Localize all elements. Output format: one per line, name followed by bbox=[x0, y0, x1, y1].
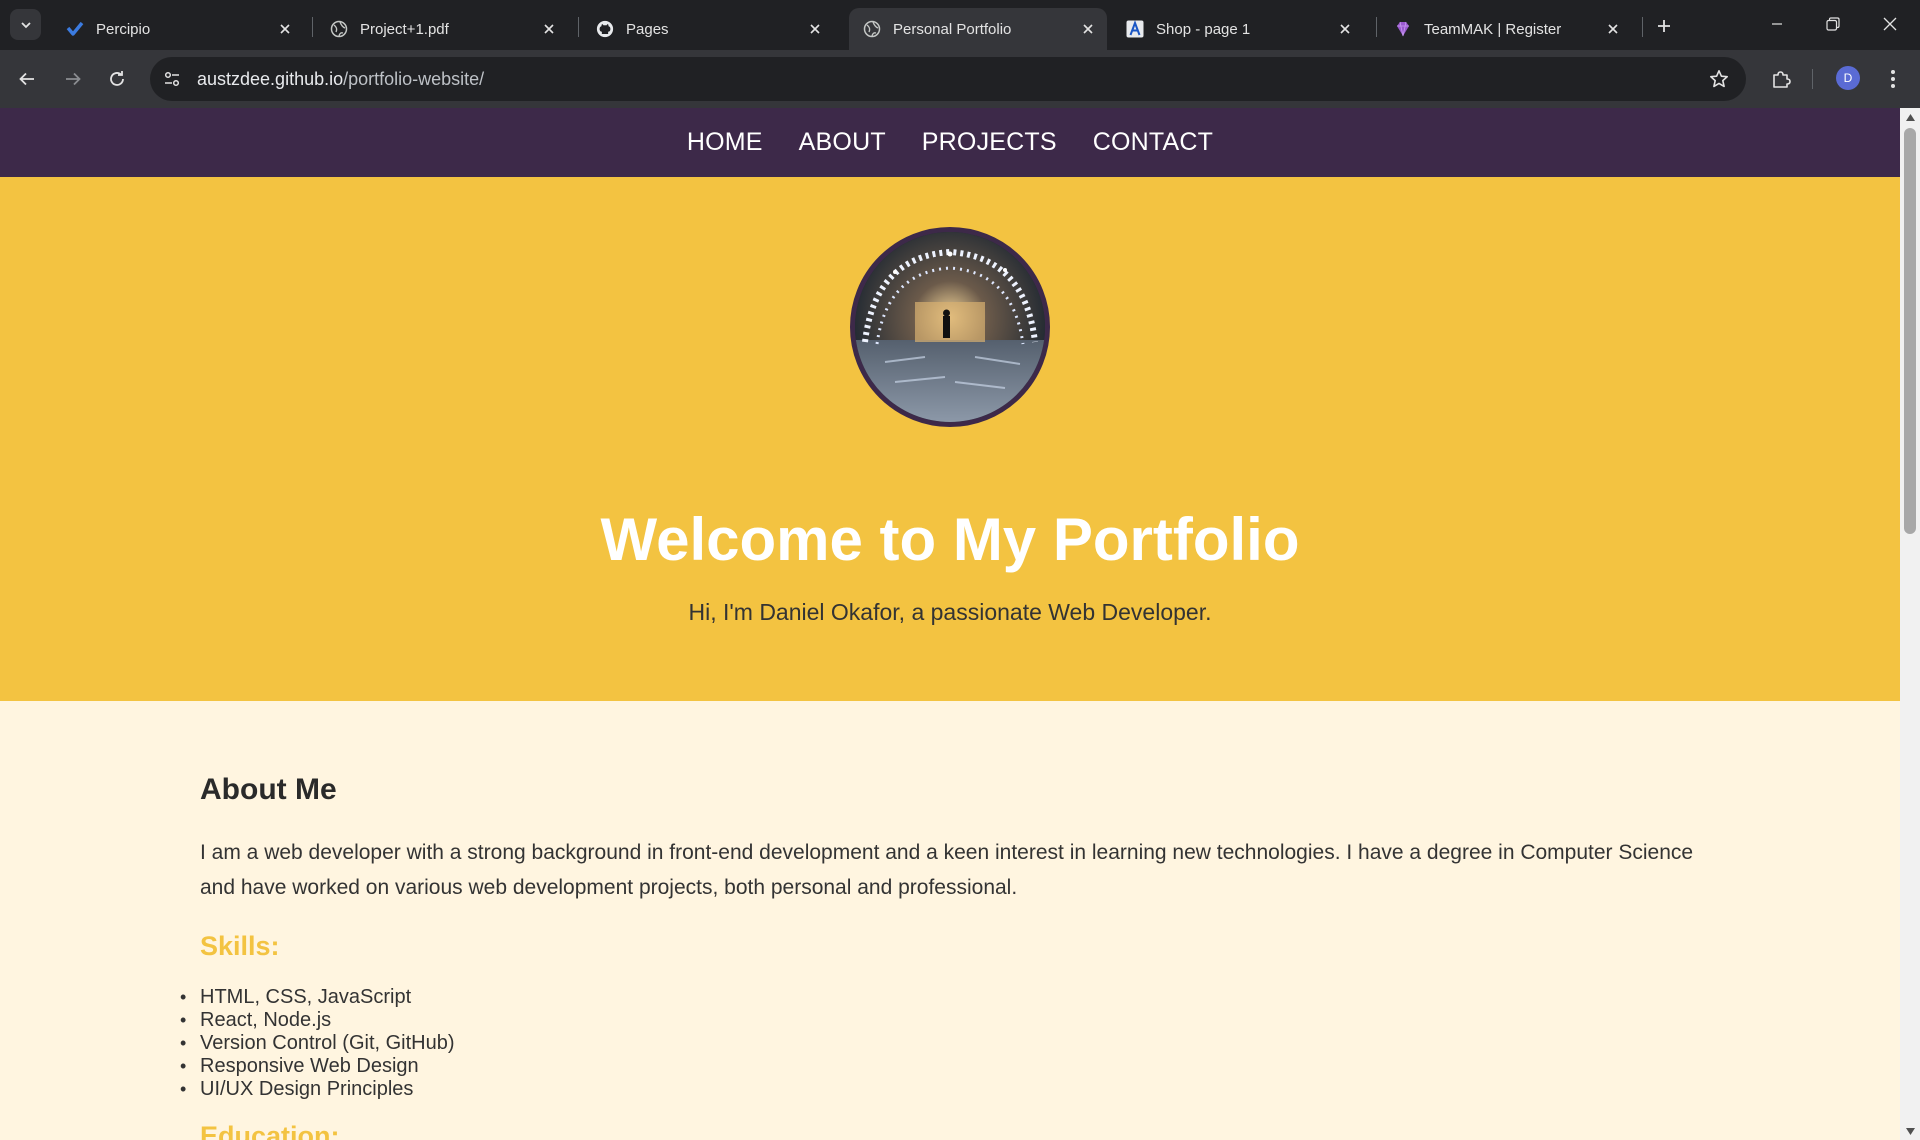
close-icon[interactable] bbox=[276, 20, 294, 38]
tab-divider bbox=[1642, 17, 1643, 37]
avatar-initial: D bbox=[1843, 71, 1853, 85]
nav-link-contact[interactable]: CONTACT bbox=[1075, 128, 1231, 157]
list-item: Version Control (Git, GitHub) bbox=[180, 1032, 1900, 1055]
tab-title: Shop - page 1 bbox=[1156, 20, 1251, 38]
url-path: /portfolio-website/ bbox=[343, 68, 485, 89]
tab-title: Percipio bbox=[96, 20, 151, 38]
close-icon[interactable] bbox=[1336, 20, 1354, 38]
profile-photo bbox=[850, 227, 1050, 427]
scroll-up-arrow[interactable] bbox=[1905, 112, 1915, 122]
restore-icon bbox=[1826, 17, 1840, 31]
address-bar[interactable]: austzdee.github.io/portfolio-website/ bbox=[150, 57, 1746, 101]
arrow-right-icon bbox=[66, 72, 81, 86]
tab-divider bbox=[1376, 17, 1377, 37]
extensions-button[interactable] bbox=[1766, 64, 1796, 94]
list-item: React, Node.js bbox=[180, 1009, 1900, 1032]
url-host: austzdee.github.io bbox=[197, 68, 344, 89]
plus-icon bbox=[1658, 20, 1670, 32]
tab-search-button[interactable] bbox=[10, 9, 41, 40]
scrollbar-thumb[interactable] bbox=[1904, 128, 1916, 534]
restore-button[interactable] bbox=[1811, 8, 1855, 40]
percipio-icon bbox=[66, 20, 84, 38]
close-icon bbox=[1883, 17, 1897, 31]
chevron-down-icon bbox=[20, 21, 31, 28]
list-item: UI/UX Design Principles bbox=[180, 1078, 1900, 1101]
tab-title: TeamMAK | Register bbox=[1424, 20, 1562, 38]
skills-heading: Skills: bbox=[200, 931, 280, 961]
vertical-scrollbar[interactable] bbox=[1900, 108, 1920, 1140]
reload-icon bbox=[110, 71, 124, 86]
shop-icon bbox=[1126, 20, 1144, 38]
tab-title: Personal Portfolio bbox=[893, 20, 1012, 38]
back-button[interactable] bbox=[10, 62, 44, 96]
arrow-left-icon bbox=[19, 72, 34, 86]
forward-button[interactable] bbox=[56, 62, 90, 96]
hero-section: Welcome to My Portfolio Hi, I'm Daniel O… bbox=[0, 177, 1900, 701]
close-icon[interactable] bbox=[806, 20, 824, 38]
tab-shop[interactable]: Shop - page 1 bbox=[1112, 8, 1364, 50]
scroll-down-arrow[interactable] bbox=[1905, 1126, 1915, 1136]
tab-personal-portfolio[interactable]: Personal Portfolio bbox=[849, 8, 1107, 50]
tab-project-pdf[interactable]: Project+1.pdf bbox=[316, 8, 568, 50]
globe-icon bbox=[863, 20, 881, 38]
menu-button[interactable] bbox=[1878, 64, 1908, 94]
close-icon[interactable] bbox=[1604, 20, 1622, 38]
globe-icon bbox=[330, 20, 348, 38]
about-heading: About Me bbox=[200, 773, 337, 806]
triangle-up-icon bbox=[1905, 113, 1915, 121]
tune-icon bbox=[164, 71, 180, 87]
new-tab-button[interactable] bbox=[1651, 13, 1677, 39]
about-bio: I am a web developer with a strong backg… bbox=[200, 841, 1694, 899]
list-item: Responsive Web Design bbox=[180, 1055, 1900, 1078]
page-viewport: HOME ABOUT PROJECTS CONTACT Welcome to M… bbox=[0, 108, 1900, 1140]
hero-subtitle: Hi, I'm Daniel Okafor, a passionate Web … bbox=[688, 599, 1212, 625]
close-window-button[interactable] bbox=[1868, 8, 1912, 40]
education-heading: Education: bbox=[200, 1121, 340, 1140]
tab-percipio[interactable]: Percipio bbox=[52, 8, 304, 50]
tab-strip: Percipio Project+1.pdf Pages Personal Po… bbox=[0, 0, 1920, 50]
nav-link-projects[interactable]: PROJECTS bbox=[904, 128, 1075, 157]
github-icon bbox=[596, 20, 614, 38]
puzzle-icon bbox=[1773, 71, 1791, 88]
kebab-menu-icon bbox=[1891, 70, 1895, 88]
profile-avatar[interactable]: D bbox=[1836, 66, 1860, 90]
reload-button[interactable] bbox=[100, 62, 134, 96]
list-item: HTML, CSS, JavaScript bbox=[180, 986, 1900, 1009]
skills-list: HTML, CSS, JavaScript React, Node.js Ver… bbox=[180, 986, 1900, 1101]
nav-link-home[interactable]: HOME bbox=[669, 128, 781, 157]
nav-link-about[interactable]: ABOUT bbox=[781, 128, 904, 157]
bookmark-button[interactable] bbox=[1706, 66, 1732, 92]
site-info-button[interactable] bbox=[155, 62, 189, 96]
teammak-icon bbox=[1394, 20, 1412, 38]
minimize-button[interactable] bbox=[1755, 8, 1799, 40]
url-text[interactable]: austzdee.github.io/portfolio-website/ bbox=[197, 69, 484, 90]
close-icon[interactable] bbox=[1079, 20, 1097, 38]
triangle-down-icon bbox=[1905, 1127, 1915, 1135]
browser-toolbar: austzdee.github.io/portfolio-website/ bbox=[0, 50, 1920, 108]
hero-title: Welcome to My Portfolio bbox=[600, 506, 1300, 573]
about-section: About Me I am a web developer with a str… bbox=[0, 701, 1900, 1140]
tab-divider bbox=[312, 17, 313, 37]
site-nav: HOME ABOUT PROJECTS CONTACT bbox=[0, 108, 1900, 177]
tab-divider bbox=[578, 17, 579, 37]
tab-title: Project+1.pdf bbox=[360, 20, 449, 38]
close-icon[interactable] bbox=[540, 20, 558, 38]
tab-teammak[interactable]: TeamMAK | Register bbox=[1380, 8, 1632, 50]
star-icon bbox=[1710, 70, 1728, 88]
minimize-icon bbox=[1772, 23, 1782, 25]
tab-title: Pages bbox=[626, 20, 669, 38]
toolbar-divider bbox=[1812, 69, 1813, 89]
tab-pages[interactable]: Pages bbox=[582, 8, 834, 50]
